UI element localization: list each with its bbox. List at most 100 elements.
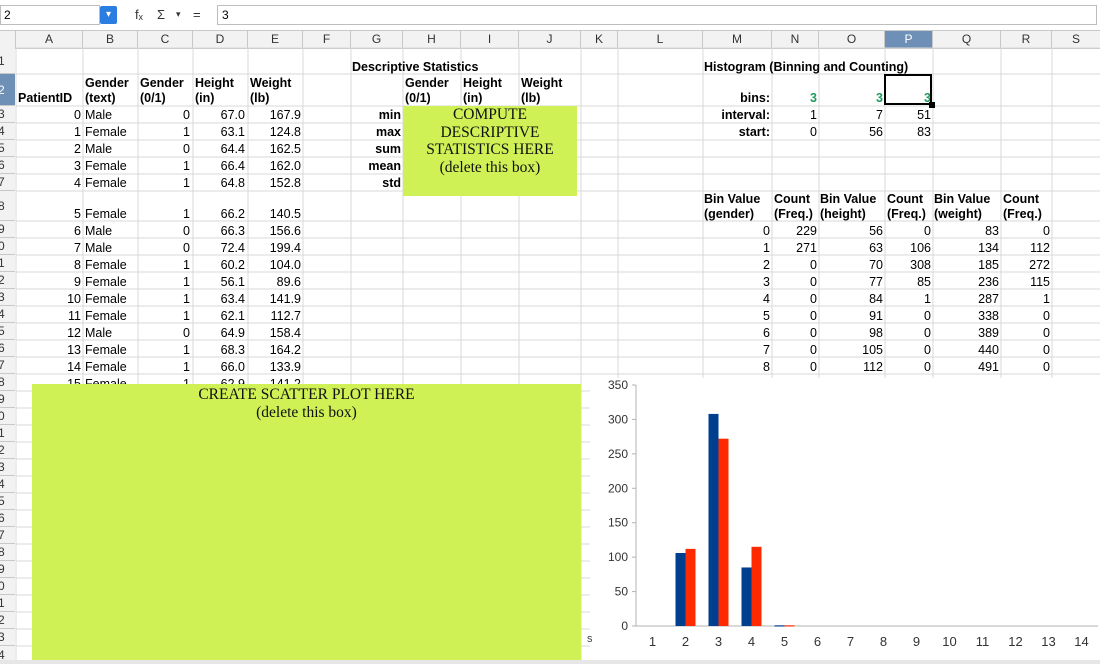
- count-height-cell[interactable]: 0: [885, 343, 931, 357]
- count-weight-cell[interactable]: 0: [1001, 343, 1050, 357]
- count-gender-cell[interactable]: 0: [772, 258, 817, 272]
- desc-header-height-2[interactable]: (in): [463, 91, 482, 105]
- hist-header-bin-height-1[interactable]: Bin Value: [820, 192, 876, 206]
- weight-cell[interactable]: 162.0: [248, 159, 301, 173]
- column-header-a[interactable]: A: [16, 31, 83, 48]
- bin-gender-cell[interactable]: 1: [703, 241, 770, 255]
- row-header[interactable]: 5: [0, 493, 15, 510]
- row-header[interactable]: 7: [0, 527, 15, 544]
- weight-cell[interactable]: 158.4: [248, 326, 301, 340]
- gender-text-cell[interactable]: Male: [85, 224, 112, 238]
- patient-id-cell[interactable]: 4: [16, 176, 81, 190]
- weight-cell[interactable]: 104.0: [248, 258, 301, 272]
- row-header[interactable]: 2: [0, 442, 15, 459]
- height-cell[interactable]: 66.4: [193, 159, 245, 173]
- hist-header-count-weight-1[interactable]: Count: [1003, 192, 1039, 206]
- weight-cell[interactable]: 133.9: [248, 360, 301, 374]
- gender01-cell[interactable]: 0: [138, 326, 190, 340]
- bin-gender-cell[interactable]: 4: [703, 292, 770, 306]
- desc-header-gender-2[interactable]: (0/1): [405, 91, 431, 105]
- patient-id-cell[interactable]: 6: [16, 224, 81, 238]
- interval-label[interactable]: interval:: [703, 108, 770, 122]
- gender01-cell[interactable]: 0: [138, 142, 190, 156]
- count-gender-cell[interactable]: 0: [772, 275, 817, 289]
- bins-label[interactable]: bins:: [703, 91, 770, 105]
- patient-id-cell[interactable]: 10: [16, 292, 81, 306]
- count-weight-cell[interactable]: 112: [1001, 241, 1050, 255]
- weight-cell[interactable]: 167.9: [248, 108, 301, 122]
- patient-id-cell[interactable]: 5: [16, 207, 81, 221]
- gender01-cell[interactable]: 0: [138, 108, 190, 122]
- bin-gender-cell[interactable]: 7: [703, 343, 770, 357]
- row-header[interactable]: 1: [0, 425, 15, 442]
- height-cell[interactable]: 63.1: [193, 125, 245, 139]
- row-header[interactable]: 6: [0, 157, 15, 174]
- horizontal-scrollbar[interactable]: [0, 660, 1100, 664]
- gender-text-cell[interactable]: Female: [85, 125, 127, 139]
- desc-header-weight-2[interactable]: (lb): [521, 91, 540, 105]
- hist-header-count-gender-1[interactable]: Count: [774, 192, 810, 206]
- row-header[interactable]: 3: [0, 289, 15, 306]
- row-header[interactable]: 6: [0, 510, 15, 527]
- column-header-j[interactable]: J: [519, 31, 581, 48]
- weight-cell[interactable]: 162.5: [248, 142, 301, 156]
- height-cell[interactable]: 64.4: [193, 142, 245, 156]
- gender-text-cell[interactable]: Male: [85, 142, 112, 156]
- weight-cell[interactable]: 152.8: [248, 176, 301, 190]
- gender01-cell[interactable]: 1: [138, 176, 190, 190]
- row-header[interactable]: 7: [0, 174, 15, 191]
- count-height-cell[interactable]: 0: [885, 309, 931, 323]
- gender01-cell[interactable]: 1: [138, 275, 190, 289]
- bin-weight-cell[interactable]: 389: [933, 326, 999, 340]
- gender01-cell[interactable]: 1: [138, 159, 190, 173]
- active-cell-cursor[interactable]: [884, 74, 932, 105]
- row-header[interactable]: 3: [0, 106, 15, 123]
- stat-label-mean[interactable]: mean: [351, 159, 401, 173]
- gender01-cell[interactable]: 1: [138, 207, 190, 221]
- patient-id-cell[interactable]: 13: [16, 343, 81, 357]
- count-height-cell[interactable]: 0: [885, 326, 931, 340]
- desc-header-weight-1[interactable]: Weight: [521, 76, 562, 90]
- count-weight-cell[interactable]: 0: [1001, 224, 1050, 238]
- weight-cell[interactable]: 124.8: [248, 125, 301, 139]
- column-header-n[interactable]: N: [772, 31, 819, 48]
- count-gender-cell[interactable]: 0: [772, 343, 817, 357]
- header-height-1[interactable]: Height: [195, 76, 234, 90]
- hist-header-bin-weight-1[interactable]: Bin Value: [934, 192, 990, 206]
- height-cell[interactable]: 64.9: [193, 326, 245, 340]
- row-header[interactable]: 0: [0, 238, 15, 255]
- count-gender-cell[interactable]: 229: [772, 224, 817, 238]
- row-header[interactable]: 3: [0, 629, 15, 646]
- row-header[interactable]: 0: [0, 578, 15, 595]
- column-header-c[interactable]: C: [138, 31, 193, 48]
- row-header[interactable]: 1: [0, 255, 15, 272]
- row-header[interactable]: 9: [0, 221, 15, 238]
- bin-height-cell[interactable]: 112: [819, 360, 883, 374]
- hist-header-bin-height-2[interactable]: (height): [820, 207, 866, 221]
- hist-header-count-gender-2[interactable]: (Freq.): [774, 207, 813, 221]
- column-header-d[interactable]: D: [193, 31, 248, 48]
- row-header[interactable]: 9: [0, 391, 15, 408]
- patient-id-cell[interactable]: 7: [16, 241, 81, 255]
- count-height-cell[interactable]: 1: [885, 292, 931, 306]
- hist-header-count-weight-2[interactable]: (Freq.): [1003, 207, 1042, 221]
- formula-input[interactable]: 3: [217, 5, 1097, 25]
- gender01-cell[interactable]: 1: [138, 343, 190, 357]
- gender-text-cell[interactable]: Female: [85, 292, 127, 306]
- count-gender-cell[interactable]: 271: [772, 241, 817, 255]
- column-header-q[interactable]: Q: [933, 31, 1001, 48]
- count-gender-cell[interactable]: 0: [772, 292, 817, 306]
- height-cell[interactable]: 68.3: [193, 343, 245, 357]
- bin-gender-cell[interactable]: 0: [703, 224, 770, 238]
- bin-height-cell[interactable]: 56: [819, 224, 883, 238]
- row-header[interactable]: 9: [0, 561, 15, 578]
- patient-id-cell[interactable]: 14: [16, 360, 81, 374]
- sum-dropdown-icon[interactable]: ▾: [176, 9, 181, 20]
- bin-weight-cell[interactable]: 134: [933, 241, 999, 255]
- count-weight-cell[interactable]: 0: [1001, 326, 1050, 340]
- count-gender-cell[interactable]: 0: [772, 326, 817, 340]
- sum-icon[interactable]: Σ: [157, 7, 165, 22]
- bin-height-cell[interactable]: 98: [819, 326, 883, 340]
- bin-height-cell[interactable]: 84: [819, 292, 883, 306]
- header-weight-2[interactable]: (lb): [250, 91, 269, 105]
